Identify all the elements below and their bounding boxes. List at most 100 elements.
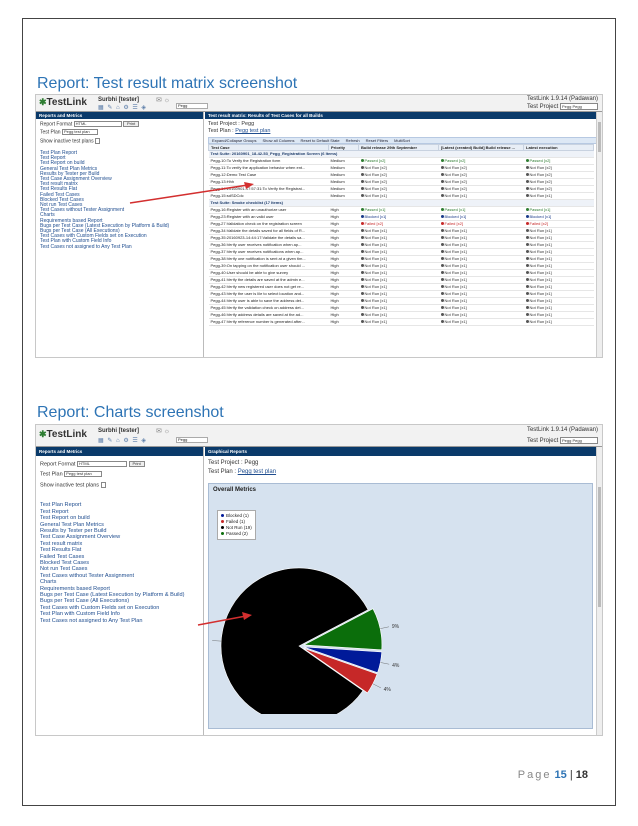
help-icons[interactable]: ✉ ☼: [156, 96, 170, 104]
test-case-cell[interactable]: Pegg-11:To verify the application behavi…: [208, 164, 329, 172]
menu-item[interactable]: Test Cases not assigned to Any Test Plan: [40, 618, 199, 624]
test-case-cell[interactable]: Pegg-40:User should be able to give surv…: [208, 269, 329, 277]
table-row[interactable]: Pegg-14:20160901-17:57:31:To Verify the …: [208, 185, 594, 193]
test-case-cell[interactable]: Pegg-39:On tapping on the notification u…: [208, 262, 329, 270]
table-row[interactable]: Pegg-11:To verify the application behavi…: [208, 164, 594, 172]
table-row[interactable]: Pegg-40:User should be able to give surv…: [208, 269, 594, 277]
table-row[interactable]: Pegg-34:Validate the details saved for a…: [208, 227, 594, 235]
status-cell: Not Run [x1]: [523, 227, 594, 235]
project-selector[interactable]: Test Project Pegg Pegg: [527, 103, 598, 110]
test-plan-select[interactable]: Pegg test plan: [61, 129, 98, 136]
status-cell: Not Run [x2]: [438, 171, 524, 179]
toolbar-button[interactable]: Reset Filters: [366, 138, 388, 143]
column-header[interactable]: [Latest (created) Build] Build release .…: [438, 144, 524, 151]
test-case-cell[interactable]: Pegg-23:Register with an valid user: [208, 213, 329, 221]
status-label: Not Run [x1]: [364, 298, 387, 303]
table-row[interactable]: Pegg-39:On tapping on the notification u…: [208, 262, 594, 270]
status-dot-icon: [360, 187, 364, 191]
nav-icons-2[interactable]: ▦ ✎ ⌂ ⚙ ☰ ◈: [98, 437, 147, 444]
help-icons-2[interactable]: ✉ ☼: [156, 427, 170, 435]
group-row[interactable]: Test Suite: 20160901_18-42-53_Pegg_Regis…: [208, 150, 594, 158]
table-row[interactable]: Pegg-42:Verify new registered user does …: [208, 283, 594, 291]
report-format-select-2[interactable]: HTML: [77, 461, 127, 467]
print-button[interactable]: Print: [123, 121, 140, 127]
test-case-cell[interactable]: Pegg-45:Verify the validation check on a…: [208, 304, 329, 312]
status-dot-icon: [440, 320, 444, 324]
toolbar-button[interactable]: MultiSort: [394, 138, 410, 143]
table-row[interactable]: Pegg-46:Verify address details are saved…: [208, 311, 594, 319]
chart-panel: Overall Metrics Blocked (1) Failed (1) Not…: [208, 483, 593, 729]
table-row[interactable]: Pegg-27:Validation check on the registra…: [208, 220, 594, 228]
slice-label: 4%: [392, 663, 400, 669]
table-row[interactable]: Pegg-44:Verify user is able to save the …: [208, 297, 594, 305]
status-dot-icon: [525, 285, 529, 289]
test-case-cell[interactable]: Pegg-44:Verify user is able to save the …: [208, 297, 329, 305]
status-dot-icon: [360, 271, 364, 275]
nav-icons[interactable]: ▦ ✎ ⌂ ⚙ ☰ ◈: [98, 104, 147, 111]
test-case-cell[interactable]: Pegg-12:Demo Test Case: [208, 171, 329, 179]
matrix-header: Test result matrix: Results of Test Case…: [205, 112, 602, 119]
toolbar-button[interactable]: Refresh: [346, 138, 360, 143]
test-case-cell[interactable]: Pegg-47:Verify reference number is gener…: [208, 318, 329, 326]
test-case-cell[interactable]: Pegg-42:Verify new registered user does …: [208, 283, 329, 291]
table-row[interactable]: Pegg-23:Register with an valid user High B…: [208, 213, 594, 221]
table-row[interactable]: Pegg-38:Verify one notification is sent …: [208, 255, 594, 263]
search-input[interactable]: Pegg: [176, 103, 208, 109]
status-label: Not Run [x1]: [364, 277, 387, 282]
vertical-scrollbar-2[interactable]: [596, 447, 602, 735]
table-row[interactable]: Pegg-12:Demo Test Case Medium Not Run [x2]…: [208, 171, 594, 179]
status-cell: Not Run [x2]: [523, 171, 594, 179]
status-label: Not Run [x1]: [529, 228, 552, 233]
toolbar-button[interactable]: Expand/Collapse Groups: [212, 138, 256, 143]
status-label: Not Run [x1]: [529, 284, 552, 289]
vertical-scrollbar[interactable]: [596, 112, 602, 357]
test-case-cell[interactable]: Pegg-46:Verify address details are saved…: [208, 311, 329, 319]
report-format-select[interactable]: HTML: [73, 121, 122, 127]
test-case-cell[interactable]: Pegg-41:Verify the details are saved at …: [208, 276, 329, 284]
table-row[interactable]: Pegg-43:Verify the user is lile to selec…: [208, 290, 594, 298]
test-case-cell[interactable]: Pegg-38:Verify one notification is sent …: [208, 255, 329, 263]
print-button-2[interactable]: Print: [128, 461, 145, 467]
project-selector-2[interactable]: Test Project Pegg Pegg: [527, 437, 598, 444]
show-inactive-checkbox[interactable]: [95, 137, 101, 144]
status-label: Passed [x1]: [364, 207, 386, 212]
table-row[interactable]: Pegg-41:Verify the details are saved at …: [208, 276, 594, 284]
test-case-cell[interactable]: Pegg-36:Verify user receives notificatio…: [208, 241, 329, 249]
toolbar-button[interactable]: Show all Columns: [262, 138, 294, 143]
test-plan-link[interactable]: Pegg test plan: [235, 128, 270, 134]
test-case-cell[interactable]: Pegg-16:Register with an unauthorize use…: [208, 206, 329, 214]
priority-cell: High: [328, 227, 359, 235]
group-row[interactable]: Test Suite: Smoke checklist (17 Items): [208, 199, 594, 207]
test-case-cell[interactable]: Pegg-34:Validate the details saved for a…: [208, 227, 329, 235]
search-input-2[interactable]: Pegg: [176, 437, 208, 443]
table-row[interactable]: Pegg-37:Verify user receives notificatio…: [208, 248, 594, 256]
test-case-cell[interactable]: Pegg-43:Verify the user is lile to selec…: [208, 290, 329, 298]
status-label: Blocked [x1]: [529, 214, 552, 219]
table-row[interactable]: Pegg-47:Verify reference number is gener…: [208, 318, 594, 326]
test-plan-link-2[interactable]: Pegg test plan: [238, 469, 276, 475]
table-row[interactable]: Pegg-45:Verify the validation check on a…: [208, 304, 594, 312]
table-row[interactable]: Pegg-35:20160923-14:44:17:Validate the d…: [208, 234, 594, 242]
table-row[interactable]: Pegg-16:Register with an unauthorize use…: [208, 206, 594, 214]
test-case-cell[interactable]: Pegg-35:20160923-14:44:17:Validate the d…: [208, 234, 329, 242]
status-dot-icon: [440, 208, 444, 212]
status-label: Not Run [x2]: [444, 165, 467, 170]
test-case-cell[interactable]: Pegg-10:To Verify the Registration form: [208, 157, 329, 165]
test-case-cell[interactable]: Pegg-27:Validation check on the registra…: [208, 220, 329, 228]
test-plan-select-2[interactable]: Pegg test plan: [64, 471, 103, 478]
table-row[interactable]: Pegg-13:Hhh Medium Not Run [x2] Not Run [x2…: [208, 178, 594, 186]
status-cell: Not Run [x1]: [523, 248, 594, 256]
priority-cell: High: [328, 283, 359, 291]
table-row[interactable]: Pegg-10:To Verify the Registration form M…: [208, 157, 594, 165]
test-case-cell[interactable]: Pegg-37:Verify user receives notificatio…: [208, 248, 329, 256]
table-row[interactable]: Pegg-36:Verify user receives notificatio…: [208, 241, 594, 249]
status-label: Not Run [x1]: [364, 305, 387, 310]
status-dot-icon: [360, 236, 364, 240]
table-row[interactable]: Pegg-15:sdSDCdc Medium Not Run [x1] Not Run…: [208, 192, 594, 200]
menu-item[interactable]: Test Cases not assigned to Any Test Plan: [40, 244, 199, 250]
toolbar-button[interactable]: Reset to Default State: [301, 138, 340, 143]
left-pane: Reports and Metrics Report Format HTML P…: [36, 112, 204, 357]
status-dot-icon: [440, 257, 444, 261]
status-dot-icon: [440, 292, 444, 296]
show-inactive-checkbox-2[interactable]: [100, 481, 106, 488]
